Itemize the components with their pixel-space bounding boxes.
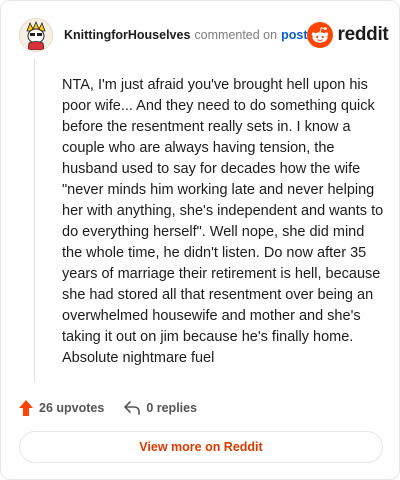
reddit-snoo-icon <box>307 22 334 48</box>
post-link[interactable]: post <box>281 28 307 42</box>
avatar[interactable] <box>19 18 53 52</box>
reply-arrow-icon <box>124 401 141 415</box>
upvote-arrow-icon <box>19 400 33 416</box>
comment-meta: KnittingforHouselves commented on post <box>64 28 307 42</box>
reddit-wordmark: reddit <box>337 24 389 45</box>
comment-body: NTA, I'm just afraid you've brought hell… <box>62 77 384 366</box>
commented-on-text: commented on <box>194 28 278 42</box>
comment-actions: 26 upvotes 0 replies <box>19 397 197 419</box>
thread-line <box>34 59 35 383</box>
comment-header: KnittingforHouselves commented on post r… <box>19 15 389 55</box>
view-more-button[interactable]: View more on Reddit <box>19 431 383 463</box>
cartoon-avatar-icon <box>21 20 51 50</box>
reply-button[interactable]: 0 replies <box>124 401 197 415</box>
reddit-logo[interactable]: reddit <box>307 22 389 48</box>
reply-count: 0 replies <box>146 401 198 415</box>
upvote-button[interactable]: 26 upvotes <box>19 400 104 416</box>
comment-card: KnittingforHouselves commented on post r… <box>0 0 400 480</box>
username[interactable]: KnittingforHouselves <box>64 28 190 42</box>
upvote-count: 26 upvotes <box>39 401 105 415</box>
